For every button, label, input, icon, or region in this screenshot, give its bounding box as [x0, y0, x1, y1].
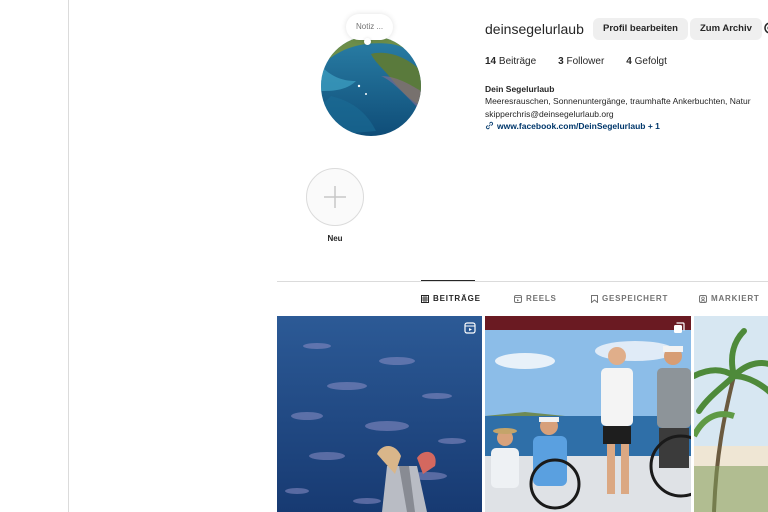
- stat-label: Follower: [566, 56, 605, 67]
- stat-following[interactable]: 4 Gefolgt: [626, 56, 667, 67]
- bookmark-icon: [591, 294, 598, 303]
- edit-profile-button[interactable]: Profil bearbeiten: [593, 18, 688, 40]
- profile-bio: Dein Segelurlaub Meeresrauschen, Sonnenu…: [485, 83, 768, 133]
- stat-label: Beiträge: [498, 56, 537, 67]
- profile-username: deinsegelurlaub: [485, 21, 584, 37]
- bio-link-row[interactable]: www.facebook.com/DeinSegelurlaub + 1: [485, 120, 768, 132]
- profile-stats: 14 Beiträge 3 Follower 4 Gefolgt: [485, 56, 689, 67]
- highlight-circle[interactable]: [306, 168, 364, 226]
- reels-icon: [514, 294, 522, 303]
- gear-icon[interactable]: [763, 21, 768, 35]
- carousel-badge-icon: [674, 322, 685, 333]
- profile-avatar[interactable]: [321, 36, 421, 136]
- bio-link[interactable]: www.facebook.com/DeinSegelurlaub + 1: [497, 121, 660, 131]
- tab-saved[interactable]: GESPEICHERT: [591, 294, 668, 303]
- bio-email: skipperchris@deinsegelurlaub.org: [485, 108, 614, 119]
- bio-name: Dein Segelurlaub: [485, 84, 555, 94]
- tab-label: GESPEICHERT: [602, 294, 669, 303]
- stat-count: 3: [558, 56, 564, 67]
- left-nav-rail: [0, 0, 69, 512]
- tagged-icon: [699, 294, 707, 303]
- post-thumbnail[interactable]: [694, 316, 768, 512]
- stat-count: 14: [485, 56, 497, 67]
- archive-button[interactable]: Zum Archiv: [690, 18, 762, 40]
- active-tab-indicator: [421, 280, 475, 281]
- plus-icon: [324, 186, 346, 208]
- tab-label: BEITRÄGE: [433, 294, 481, 303]
- post-thumbnail[interactable]: [277, 316, 482, 512]
- profile-main: Notiz ... deinsegelurlaub Profil bearbei…: [69, 0, 768, 512]
- stat-posts: 14 Beiträge: [485, 56, 536, 67]
- tab-tagged[interactable]: MARKIERT: [699, 294, 760, 303]
- post-thumbnail[interactable]: [485, 316, 691, 512]
- stat-label: Gefolgt: [634, 56, 667, 67]
- tab-label: REELS: [526, 294, 557, 303]
- reel-badge-icon: [464, 322, 476, 334]
- note-bubble[interactable]: Notiz ...: [346, 14, 394, 45]
- new-highlight[interactable]: Neu: [306, 168, 364, 243]
- highlight-label: Neu: [327, 234, 343, 243]
- tab-posts[interactable]: BEITRÄGE: [421, 294, 481, 303]
- tab-reels[interactable]: REELS: [514, 294, 557, 303]
- grid-icon: [421, 294, 429, 303]
- link-icon: [485, 122, 494, 130]
- bio-text: Meeresrauschen, Sonnenuntergänge, traumh…: [485, 96, 751, 107]
- stat-followers[interactable]: 3 Follower: [558, 56, 604, 67]
- tabs-divider: [277, 281, 768, 282]
- stat-count: 4: [626, 56, 632, 67]
- tab-label: MARKIERT: [711, 294, 760, 303]
